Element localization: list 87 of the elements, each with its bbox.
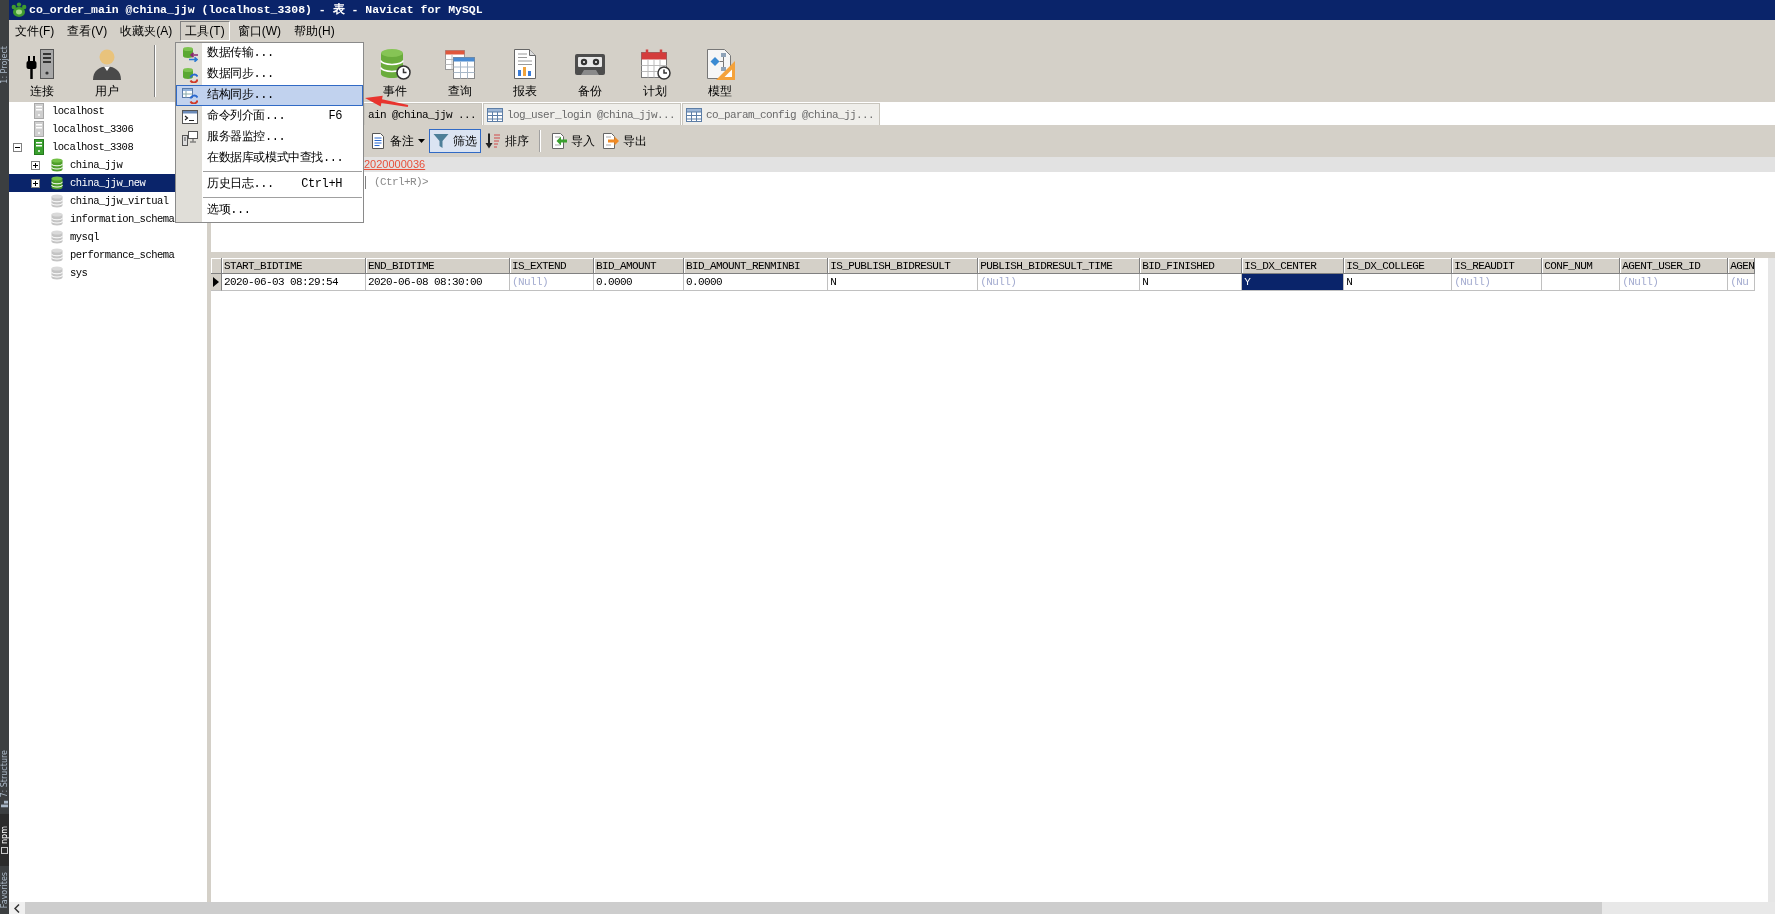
toolbar-button[interactable]: 模型 <box>687 42 752 100</box>
row-header-corner <box>211 258 222 274</box>
column-header[interactable]: IS_REAUDIT <box>1452 258 1543 274</box>
menu-item[interactable]: 数据传输... <box>176 43 363 64</box>
table-cell: 2020-06-03 08:29:54 <box>222 274 367 291</box>
table-sync-icon <box>181 87 198 104</box>
window-title: co_order_main @china_jjw (localhost_3308) - 表 - Navicat for MySQL <box>29 2 483 18</box>
database-arrows-icon <box>181 45 198 62</box>
menu-bar-item[interactable]: 工具(T) <box>180 21 230 41</box>
toolbar-button[interactable]: 备注 <box>366 129 429 153</box>
current-row-icon <box>213 277 219 287</box>
table-cell: N <box>828 274 979 291</box>
table-cell: Y <box>1242 274 1345 291</box>
shortcut-label: Ctrl+H <box>301 176 343 193</box>
tool-window-tab[interactable]: 7: Structure <box>0 744 9 814</box>
menu-bar-item[interactable]: 文件(F) <box>10 21 60 41</box>
export-icon <box>603 133 619 149</box>
vertical-scrollbar[interactable] <box>1768 258 1775 902</box>
square-icon <box>1 846 8 854</box>
column-header[interactable]: CONF_NUM <box>1542 258 1621 274</box>
tree-item[interactable]: sys <box>9 264 207 282</box>
caret-icon <box>418 139 425 143</box>
console-icon <box>181 108 198 125</box>
toolbar-button[interactable]: 查询 <box>427 42 492 100</box>
logo-icon <box>11 2 27 18</box>
table-icon <box>487 107 504 122</box>
table-cell: 0.0000 <box>594 274 685 291</box>
import-icon <box>551 133 567 149</box>
shortcut-label: F6 <box>328 108 343 125</box>
table-cell: (Null) <box>1452 274 1543 291</box>
menu-item[interactable]: 结构同步... <box>176 85 363 106</box>
menu-bar-item[interactable]: 窗口(W) <box>232 21 286 41</box>
column-header[interactable]: AGEN <box>1728 258 1756 274</box>
table-cell: (Nu <box>1728 274 1756 291</box>
toolbar-button[interactable]: 计划 <box>622 42 687 100</box>
menu-item[interactable]: 数据同步... <box>176 64 363 85</box>
table-icon <box>686 107 703 122</box>
toolbar-button[interactable]: 导出 <box>599 129 651 153</box>
document-icon <box>370 133 386 149</box>
table-cell: (Null) <box>1620 274 1729 291</box>
bars-icon <box>1 800 8 808</box>
toolbar-button[interactable]: 筛选 <box>429 129 481 153</box>
table-cell: N <box>1344 274 1453 291</box>
column-header[interactable]: BID_AMOUNT_RENMINBI <box>684 258 829 274</box>
tree-item[interactable]: performance_schema <box>9 246 207 264</box>
column-header[interactable]: START_BIDTIME <box>222 258 367 274</box>
calendar-clock-icon <box>638 48 671 80</box>
table-cell: 2020-06-08 08:30:00 <box>366 274 511 291</box>
menu-bar-item[interactable]: 收藏夹(A) <box>115 21 178 41</box>
toolbar-button[interactable]: 用户 <box>74 42 139 100</box>
database-clock-icon <box>378 48 411 80</box>
column-header[interactable]: IS_EXTEND <box>510 258 595 274</box>
column-header[interactable]: IS_DX_CENTER <box>1242 258 1345 274</box>
table-cell: (Null) <box>510 274 595 291</box>
filter-hint-text: (Ctrl+R)> <box>374 175 428 189</box>
toolbar-button[interactable]: 导入 <box>547 129 599 153</box>
tables-icon <box>443 48 476 80</box>
column-header[interactable]: IS_DX_COLLEGE <box>1344 258 1453 274</box>
chevron-left-icon <box>14 903 20 913</box>
column-header[interactable]: BID_FINISHED <box>1140 258 1243 274</box>
column-header[interactable]: BID_AMOUNT <box>594 258 685 274</box>
toolbar-button[interactable]: 排序 <box>481 129 533 153</box>
menu-bar-item[interactable]: 查看(V) <box>62 21 113 41</box>
toolbar-button[interactable]: 连接 <box>9 42 74 100</box>
user-icon <box>90 48 123 80</box>
tool-window-tab[interactable]: 1: Project <box>0 40 9 90</box>
column-header[interactable]: IS_PUBLISH_BIDRESULT <box>828 258 979 274</box>
scroll-left-button[interactable] <box>9 902 25 914</box>
toolbar-button[interactable]: 备份 <box>557 42 622 100</box>
toolbar-button[interactable]: 报表 <box>492 42 557 100</box>
tool-window-tab[interactable]: npm <box>0 813 9 866</box>
table-cell: 0.0000 <box>684 274 829 291</box>
tool-window-tab[interactable]: Favorites <box>0 865 9 914</box>
server-monitor-icon <box>181 129 198 146</box>
menu-bar-item[interactable]: 帮助(H) <box>289 21 340 41</box>
filter-icon <box>433 133 449 149</box>
tree-item[interactable]: mysql <box>9 228 207 246</box>
tab[interactable]: co_param_config @china_jj... <box>682 103 881 125</box>
sort-icon <box>485 133 501 149</box>
column-header[interactable]: END_BIDTIME <box>366 258 511 274</box>
column-header[interactable]: PUBLISH_BIDRESULT_TIME <box>978 258 1141 274</box>
table-cell: (Null) <box>978 274 1141 291</box>
database-sync-icon <box>181 66 198 83</box>
tab[interactable]: ain @china_jjw ... <box>364 103 483 125</box>
tab[interactable]: log_user_login @china_jjw... <box>483 103 682 125</box>
column-header[interactable]: AGENT_USER_ID <box>1620 258 1729 274</box>
row-selector[interactable] <box>211 274 222 291</box>
